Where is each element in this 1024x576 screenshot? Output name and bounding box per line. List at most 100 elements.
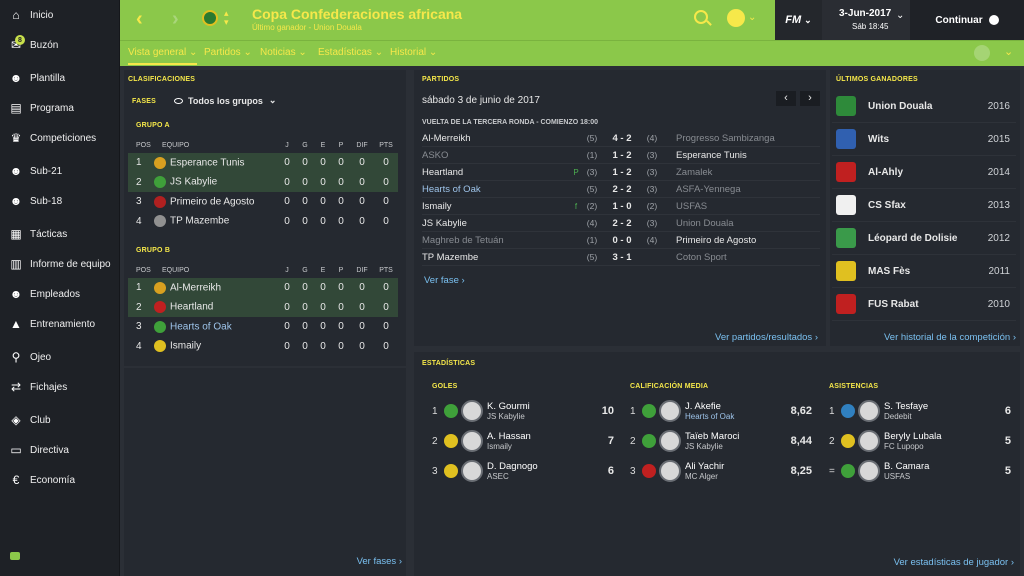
tab-historial[interactable]: Historial ⌄ (390, 47, 437, 58)
player-club[interactable]: Dedebit (884, 412, 983, 421)
away-team[interactable]: Progresso Sambizanga (664, 133, 820, 144)
winner-team[interactable]: Wits (868, 134, 889, 145)
prev-date-button[interactable]: ‹ (776, 91, 796, 106)
help-icon[interactable] (974, 45, 990, 61)
winner-team[interactable]: CS Sfax (868, 200, 906, 211)
sidebar-item-sub-21[interactable]: ☻ Sub-21 (0, 156, 119, 186)
winner-team[interactable]: Léopard de Dolisie (868, 233, 957, 244)
winner-team[interactable]: FUS Rabat (868, 299, 919, 310)
team-name[interactable]: Ismaily (170, 341, 201, 352)
match-score[interactable]: 0 - 0 (604, 235, 640, 246)
home-team[interactable]: Hearts of Oak (422, 184, 572, 195)
sidebar-item-plantilla[interactable]: ☻ Plantilla (0, 63, 119, 93)
home-team[interactable]: TP Mazembe (422, 252, 572, 263)
match-score[interactable]: 1 - 2 (604, 167, 640, 178)
view-phase-link[interactable]: Ver fase › (424, 275, 465, 286)
forward-arrow-icon[interactable]: › (172, 8, 179, 31)
match-row[interactable]: Hearts of Oak (5) 2 - 2 (3) ASFA-Yennega (422, 181, 820, 198)
player-name[interactable]: Ali Yachir (685, 461, 784, 472)
player-club[interactable]: Ismaily (487, 442, 586, 451)
sidebar-item-directiva[interactable]: ▭ Directiva (0, 435, 119, 465)
match-score[interactable]: 4 - 2 (604, 133, 640, 144)
team-name[interactable]: TP Mazembe (170, 216, 229, 227)
fm-menu-button[interactable]: FM ⌄ (775, 0, 822, 40)
player-name[interactable]: D. Dagnogo (487, 461, 586, 472)
view-results-link[interactable]: Ver partidos/resultados › (715, 332, 818, 343)
away-team[interactable]: Coton Sport (664, 252, 820, 263)
match-row[interactable]: Maghreb de Tetuán (1) 0 - 0 (4) Primeiro… (422, 232, 820, 249)
winner-row[interactable]: Union Douala 2016 (832, 90, 1016, 123)
away-team[interactable]: Primeiro de Agosto (664, 235, 820, 246)
match-score[interactable]: 1 - 2 (604, 150, 640, 161)
away-team[interactable]: USFAS (664, 201, 820, 212)
away-team[interactable]: Union Douala (664, 218, 820, 229)
table-row[interactable]: 3 Primeiro de Agosto 0 0 0 0 0 0 (128, 192, 398, 212)
player-club[interactable]: USFAS (884, 472, 983, 481)
player-club[interactable]: MC Alger (685, 472, 784, 481)
home-team[interactable]: Ismaily (422, 201, 572, 212)
player-club[interactable]: FC Lupopo (884, 442, 983, 451)
away-team[interactable]: Esperance Tunis (664, 150, 820, 161)
match-row[interactable]: Al-Merreikh (5) 4 - 2 (4) Progresso Samb… (422, 130, 820, 147)
match-score[interactable]: 2 - 2 (604, 218, 640, 229)
winner-row[interactable]: Wits 2015 (832, 123, 1016, 156)
player-name[interactable]: B. Camara (884, 461, 983, 472)
winner-row[interactable]: Léopard de Dolisie 2012 (832, 222, 1016, 255)
player-name[interactable]: J. Akefie (685, 401, 784, 412)
next-date-button[interactable]: › (800, 91, 820, 106)
team-name[interactable]: Hearts of Oak (170, 321, 232, 332)
player-club[interactable]: JS Kabylie (487, 412, 586, 421)
winner-row[interactable]: FUS Rabat 2010 (832, 288, 1016, 321)
home-team[interactable]: Heartland (422, 167, 572, 178)
sidebar-item-competiciones[interactable]: ♛ Competiciones (0, 123, 119, 153)
sidebar-item-inicio[interactable]: ⌂ Inicio (0, 0, 119, 30)
player-club[interactable]: ASEC (487, 472, 586, 481)
winner-team[interactable]: MAS Fès (868, 266, 910, 277)
table-row[interactable]: 2 JS Kabylie 0 0 0 0 0 0 (128, 172, 398, 192)
globe-icon[interactable] (727, 9, 745, 27)
sidebar-item-empleados[interactable]: ☻ Empleados (0, 279, 119, 309)
table-row[interactable]: 4 TP Mazembe 0 0 0 0 0 0 (128, 212, 398, 232)
match-row[interactable]: ASKO (1) 1 - 2 (3) Esperance Tunis (422, 147, 820, 164)
competition-switch-icon[interactable]: ▴ ▾ (224, 9, 229, 27)
sidebar-item-tácticas[interactable]: ▦ Tácticas (0, 219, 119, 249)
globe-dropdown-icon[interactable]: ⌄ (748, 12, 756, 23)
view-history-link[interactable]: Ver historial de la competición › (884, 332, 1016, 343)
stat-row[interactable]: = B. Camara USFAS 5 (825, 456, 1011, 486)
match-score[interactable]: 3 - 1 (604, 252, 640, 263)
sidebar-item-fichajes[interactable]: ⇄ Fichajes (0, 372, 119, 402)
away-team[interactable]: ASFA-Yennega (664, 184, 820, 195)
team-name[interactable]: Esperance Tunis (170, 157, 245, 168)
table-row[interactable]: 3 Hearts of Oak 0 0 0 0 0 0 (128, 317, 398, 337)
tab-estadísticas[interactable]: Estadísticas ⌄ (318, 47, 383, 58)
table-row[interactable]: 1 Al-Merreikh 0 0 0 0 0 0 (128, 278, 398, 298)
player-club[interactable]: JS Kabylie (685, 442, 784, 451)
winner-team[interactable]: Al-Ahly (868, 167, 903, 178)
sidebar-item-buzón[interactable]: ✉ Buzón 8 (0, 30, 119, 60)
match-row[interactable]: Heartland P (3) 1 - 2 (3) Zamalek (422, 164, 820, 181)
stat-row[interactable]: 1 S. Tesfaye Dedebit 6 (825, 396, 1011, 426)
team-name[interactable]: Primeiro de Agosto (170, 196, 255, 207)
home-team[interactable]: ASKO (422, 150, 572, 161)
date-display[interactable]: 3-Jun-2017 Sáb 18:45 ⌄ (822, 0, 910, 40)
stat-row[interactable]: 1 J. Akefie Hearts of Oak 8,62 (626, 396, 812, 426)
team-name[interactable]: Heartland (170, 302, 213, 313)
sidebar-item-informe-de-equipo[interactable]: ▥ Informe de equipo (0, 249, 119, 279)
match-row[interactable]: JS Kabylie (4) 2 - 2 (3) Union Douala (422, 215, 820, 232)
player-name[interactable]: Taïeb Maroci (685, 431, 784, 442)
tab-partidos[interactable]: Partidos ⌄ (204, 47, 252, 58)
stat-row[interactable]: 3 Ali Yachir MC Alger 8,25 (626, 456, 812, 486)
match-score[interactable]: 2 - 2 (604, 184, 640, 195)
stat-row[interactable]: 1 K. Gourmi JS Kabylie 10 (428, 396, 614, 426)
settings-corner-icon[interactable] (10, 552, 20, 560)
sidebar-item-entrenamiento[interactable]: ▲ Entrenamiento (0, 309, 119, 339)
table-row[interactable]: 2 Heartland 0 0 0 0 0 0 (128, 297, 398, 317)
away-team[interactable]: Zamalek (664, 167, 820, 178)
winner-row[interactable]: CS Sfax 2013 (832, 189, 1016, 222)
home-team[interactable]: JS Kabylie (422, 218, 572, 229)
winner-team[interactable]: Union Douala (868, 101, 932, 112)
winner-row[interactable]: Al-Ahly 2014 (832, 156, 1016, 189)
home-team[interactable]: Al-Merreikh (422, 133, 572, 144)
player-club[interactable]: Hearts of Oak (685, 412, 784, 421)
back-arrow-icon[interactable]: ‹ (136, 8, 143, 31)
